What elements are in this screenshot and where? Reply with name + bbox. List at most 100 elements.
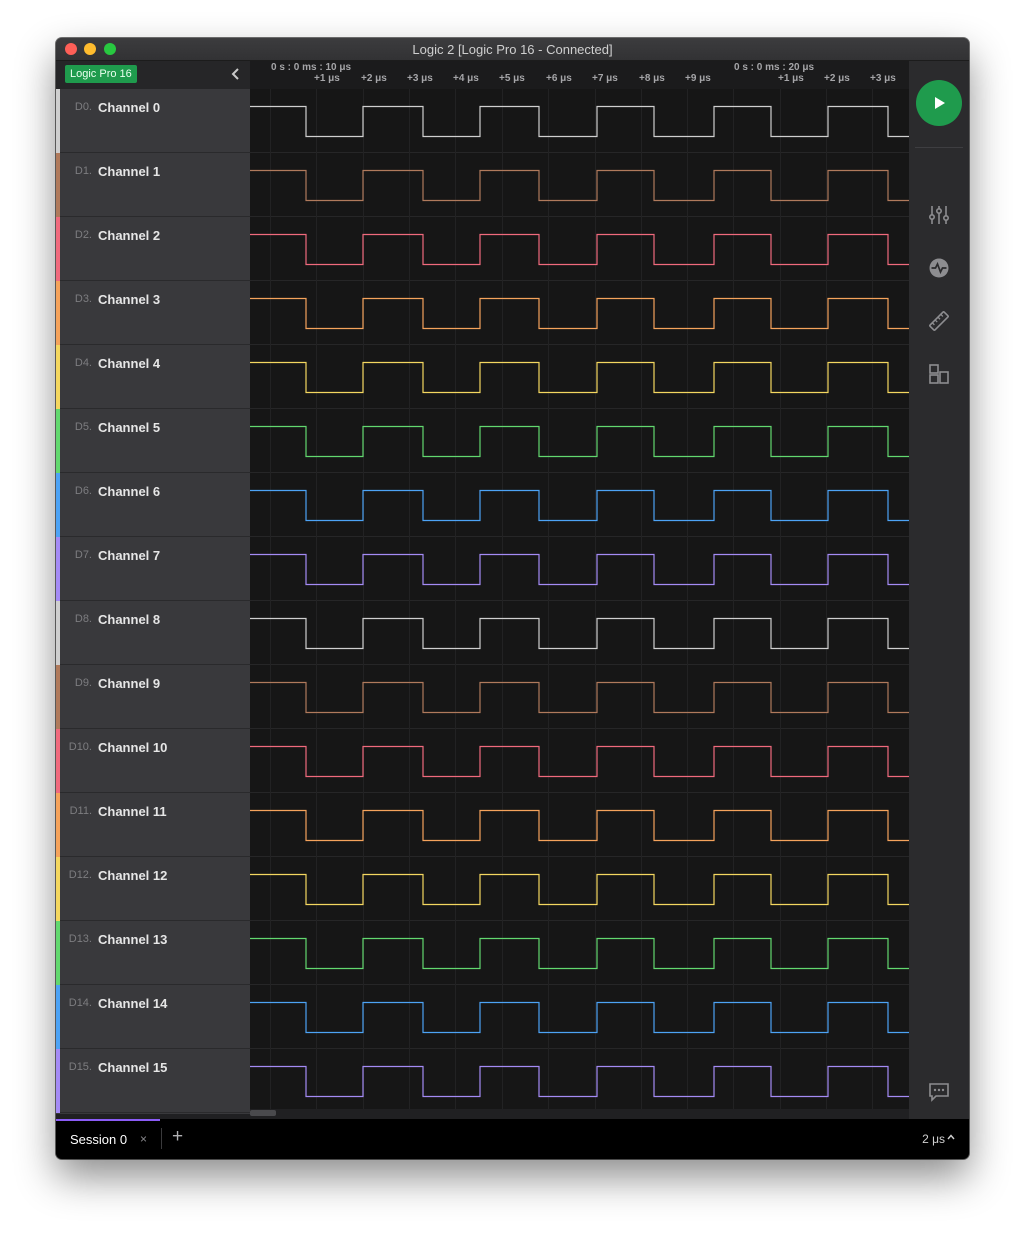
- channel-row[interactable]: D2. Channel 2: [56, 217, 250, 281]
- app-window: Logic 2 [Logic Pro 16 - Connected] Logic…: [56, 38, 969, 1159]
- device-badge[interactable]: Logic Pro 16: [65, 65, 137, 83]
- channel-row[interactable]: D14. Channel 14: [56, 985, 250, 1049]
- chat-icon[interactable]: [927, 1080, 951, 1104]
- sliders-icon[interactable]: [927, 203, 951, 227]
- channel-number: D2.: [74, 229, 92, 241]
- timeline-tick-label: +1 μs: [778, 73, 804, 84]
- channel-number: D5.: [74, 421, 92, 433]
- channel-color-stripe: [56, 217, 60, 281]
- channel-name[interactable]: Channel 11: [98, 804, 167, 819]
- tab-session-0[interactable]: Session 0 ×: [56, 1119, 160, 1159]
- play-icon: [935, 97, 945, 109]
- timeline-anchor-label: 0 s : 0 ms : 20 μs: [734, 62, 815, 73]
- channel-name[interactable]: Channel 8: [98, 612, 160, 627]
- channel-number: D15.: [68, 1061, 92, 1073]
- channel-number: D11.: [69, 805, 92, 817]
- extensions-icon[interactable]: [927, 362, 951, 386]
- channel-row[interactable]: D9. Channel 9: [56, 665, 250, 729]
- channel-row[interactable]: D13. Channel 13: [56, 921, 250, 985]
- timeline-ruler[interactable]: 0 s : 0 ms : 10 μs 0 s : 0 ms : 20 μs +1 μ…: [250, 61, 909, 90]
- timeline-tick-label: +9 μs: [685, 73, 711, 84]
- timeline-tick-label: +5 μs: [499, 73, 525, 84]
- scrollbar-thumb[interactable]: [250, 1110, 276, 1116]
- channel-row[interactable]: D11. Channel 11: [56, 793, 250, 857]
- channel-number: D7.: [74, 549, 92, 561]
- channel-name[interactable]: Channel 10: [98, 740, 167, 755]
- channel-row[interactable]: D12. Channel 12: [56, 857, 250, 921]
- timeline-tick-label: +3 μs: [870, 73, 896, 84]
- channel-number: D12.: [68, 869, 92, 881]
- channel-row[interactable]: D10. Channel 10: [56, 729, 250, 793]
- channel-color-stripe: [56, 89, 60, 153]
- close-session-icon[interactable]: ×: [140, 1132, 147, 1146]
- channel-number: D14.: [68, 997, 92, 1009]
- timeline-tick-label: +7 μs: [592, 73, 618, 84]
- channel-number: D10.: [68, 741, 92, 753]
- channel-name[interactable]: Channel 14: [98, 996, 167, 1011]
- channel-waveform: [250, 681, 909, 714]
- channel-number: D6.: [74, 485, 92, 497]
- add-session-button[interactable]: +: [172, 1126, 183, 1148]
- channel-row[interactable]: D5. Channel 5: [56, 409, 250, 473]
- channel-number: D1.: [74, 165, 92, 177]
- channel-name[interactable]: Channel 13: [98, 932, 167, 947]
- channel-waveform: [250, 745, 909, 778]
- channel-row[interactable]: D6. Channel 6: [56, 473, 250, 537]
- channel-color-stripe: [56, 473, 60, 537]
- channel-row[interactable]: D1. Channel 1: [56, 153, 250, 217]
- timeline-tick-label: +8 μs: [639, 73, 665, 84]
- channel-number: D3.: [74, 293, 92, 305]
- device-header: Logic Pro 16: [56, 61, 250, 89]
- timeline-tick-label: +1 μs: [314, 73, 340, 84]
- timeline-tick-label: +3 μs: [407, 73, 433, 84]
- channel-name[interactable]: Channel 4: [98, 356, 160, 371]
- channel-waveform: [250, 553, 909, 586]
- channel-color-stripe: [56, 793, 60, 857]
- title-bar: Logic 2 [Logic Pro 16 - Connected]: [56, 38, 969, 61]
- timeline-tick-label: +6 μs: [546, 73, 572, 84]
- channel-name[interactable]: Channel 5: [98, 420, 160, 435]
- channel-name[interactable]: Channel 6: [98, 484, 160, 499]
- channel-waveform: [250, 873, 909, 906]
- channel-number: D13.: [68, 933, 92, 945]
- collapse-sidebar-icon[interactable]: [228, 66, 244, 82]
- channel-row[interactable]: D8. Channel 8: [56, 601, 250, 665]
- right-toolbar: [909, 61, 969, 1139]
- channel-row[interactable]: D15. Channel 15: [56, 1049, 250, 1113]
- chevron-up-icon[interactable]: [947, 1133, 955, 1141]
- channel-name[interactable]: Channel 1: [98, 164, 160, 179]
- channel-name[interactable]: Channel 3: [98, 292, 160, 307]
- channel-waveform: [250, 937, 909, 970]
- channel-number: D9.: [74, 677, 92, 689]
- channel-number: D8.: [74, 613, 92, 625]
- pulse-icon[interactable]: [927, 256, 951, 280]
- channel-waveform: [250, 361, 909, 394]
- session-bar: Session 0 × + 2 μs: [56, 1119, 969, 1159]
- window-title: Logic 2 [Logic Pro 16 - Connected]: [412, 42, 613, 57]
- channel-row[interactable]: D4. Channel 4: [56, 345, 250, 409]
- waveform-area[interactable]: [250, 89, 909, 1114]
- channel-name[interactable]: Channel 15: [98, 1060, 167, 1075]
- start-capture-button[interactable]: [916, 80, 962, 126]
- channel-color-stripe: [56, 153, 60, 217]
- channel-row[interactable]: D0. Channel 0: [56, 89, 250, 153]
- timescale-selector[interactable]: 2 μs: [922, 1132, 945, 1146]
- channel-sidebar: D0. Channel 0 D1. Channel 1 D2. Channel 2 D3. C…: [56, 89, 250, 1114]
- channel-waveform: [250, 425, 909, 458]
- channel-row[interactable]: D3. Channel 3: [56, 281, 250, 345]
- channel-color-stripe: [56, 601, 60, 665]
- ruler-icon[interactable]: [927, 309, 951, 333]
- channel-waveform: [250, 489, 909, 522]
- channel-name[interactable]: Channel 2: [98, 228, 160, 243]
- channel-color-stripe: [56, 1049, 60, 1113]
- channel-waveform: [250, 1065, 909, 1098]
- channel-row[interactable]: D7. Channel 7: [56, 537, 250, 601]
- channel-name[interactable]: Channel 9: [98, 676, 160, 691]
- channel-name[interactable]: Channel 7: [98, 548, 160, 563]
- channel-color-stripe: [56, 281, 60, 345]
- channel-name[interactable]: Channel 12: [98, 868, 167, 883]
- channel-name[interactable]: Channel 0: [98, 100, 160, 115]
- channel-color-stripe: [56, 409, 60, 473]
- horizontal-scrollbar[interactable]: [250, 1109, 909, 1117]
- toolbar-divider: [915, 147, 963, 148]
